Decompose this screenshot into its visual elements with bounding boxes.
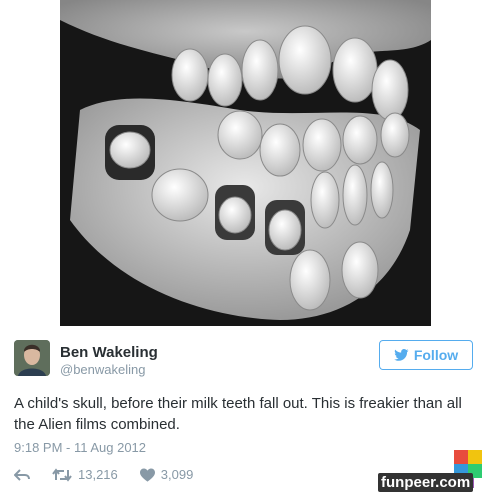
like-count: 3,099 (160, 467, 194, 482)
retweet-icon (52, 467, 72, 482)
reply-button[interactable] (14, 468, 30, 482)
tweet-text: A child's skull, before their milk teeth… (14, 395, 462, 433)
reply-icon (14, 468, 30, 481)
author-handle[interactable]: @benwakeling (60, 362, 145, 377)
avatar-image (14, 340, 50, 376)
like-button[interactable]: 3,099 (139, 467, 194, 482)
watermark-text: funpeer.com (378, 473, 474, 492)
follow-label: Follow (413, 347, 459, 363)
tweet-actions: 13,216 3,099 (14, 467, 215, 482)
skull-illustration (60, 0, 431, 326)
heart-icon (139, 468, 155, 482)
follow-button[interactable]: Follow (379, 340, 473, 370)
tweet-photo-skull[interactable] (60, 0, 431, 326)
bird-icon (394, 349, 409, 361)
retweet-count: 13,216 (78, 467, 118, 482)
tweet-timestamp[interactable]: 9:18 PM - 11 Aug 2012 (14, 440, 146, 455)
author-name[interactable]: Ben Wakeling (60, 344, 158, 361)
retweet-button[interactable]: 13,216 (52, 467, 118, 482)
avatar[interactable] (14, 340, 50, 376)
